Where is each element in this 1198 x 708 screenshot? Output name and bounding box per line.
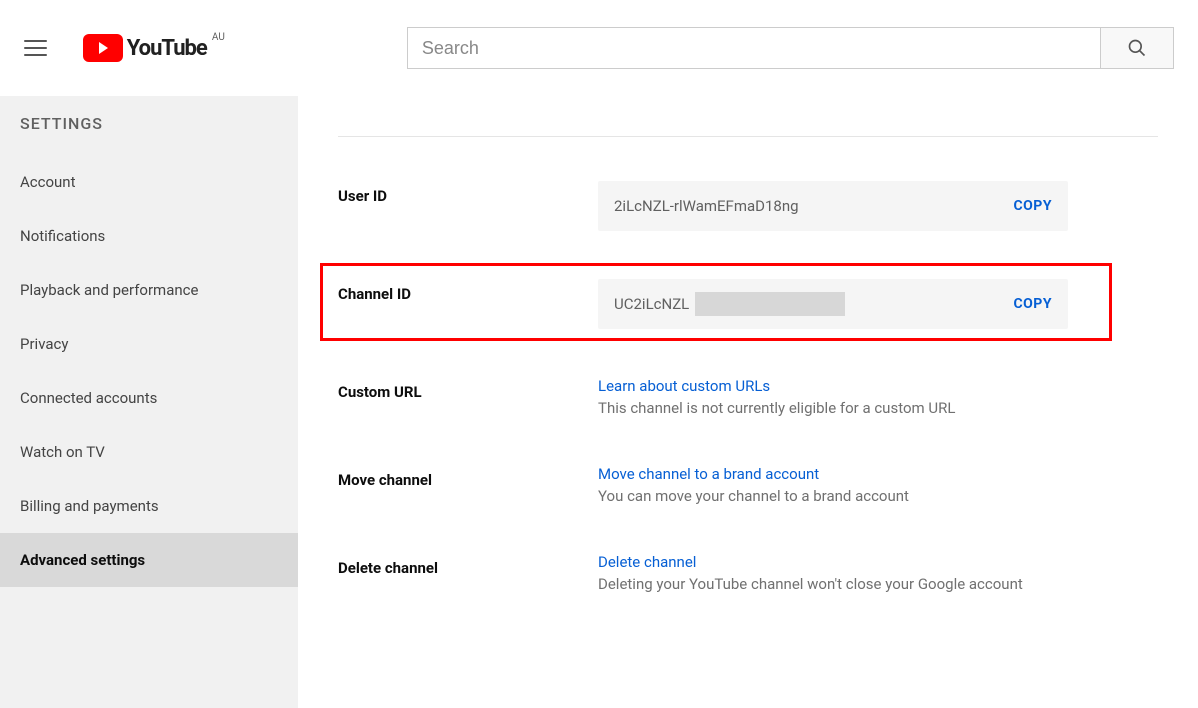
row-delete-channel: Delete channel Delete channel Deleting y… xyxy=(338,529,1198,617)
user-id-value: 2iLcNZL-rlWamEFmaD18ng xyxy=(614,197,799,215)
search-icon xyxy=(1127,38,1147,58)
main-content: User ID 2iLcNZL-rlWamEFmaD18ng COPY Chan… xyxy=(298,96,1198,708)
delete-channel-link[interactable]: Delete channel xyxy=(598,553,696,571)
move-channel-desc: You can move your channel to a brand acc… xyxy=(598,487,909,505)
user-id-box: 2iLcNZL-rlWamEFmaD18ng COPY xyxy=(598,181,1068,231)
header: YouTube AU xyxy=(0,0,1198,96)
channel-id-text: UC2iLcNZL xyxy=(614,295,689,313)
custom-url-desc: This channel is not currently eligible f… xyxy=(598,399,955,417)
user-id-label: User ID xyxy=(338,181,598,205)
menu-icon[interactable] xyxy=(24,36,47,60)
divider xyxy=(338,136,1158,137)
delete-channel-desc: Deleting your YouTube channel won't clos… xyxy=(598,575,1023,593)
channel-id-label: Channel ID xyxy=(338,279,598,303)
sidebar-item-watch-on-tv[interactable]: Watch on TV xyxy=(0,425,298,479)
logo-region: AU xyxy=(212,32,225,43)
play-icon xyxy=(83,34,123,62)
custom-url-link[interactable]: Learn about custom URLs xyxy=(598,377,770,395)
sidebar-item-connected-accounts[interactable]: Connected accounts xyxy=(0,371,298,425)
sidebar-item-billing[interactable]: Billing and payments xyxy=(0,479,298,533)
row-custom-url: Custom URL Learn about custom URLs This … xyxy=(338,353,1198,441)
search-input[interactable] xyxy=(407,27,1100,69)
redacted-block xyxy=(695,292,845,316)
custom-url-label: Custom URL xyxy=(338,377,598,401)
sidebar-item-playback[interactable]: Playback and performance xyxy=(0,263,298,317)
sidebar: SETTINGS Account Notifications Playback … xyxy=(0,96,298,708)
search-button[interactable] xyxy=(1100,27,1174,69)
sidebar-item-privacy[interactable]: Privacy xyxy=(0,317,298,371)
youtube-logo[interactable]: YouTube AU xyxy=(83,34,207,62)
copy-user-id-button[interactable]: COPY xyxy=(1013,198,1052,214)
move-channel-label: Move channel xyxy=(338,465,598,489)
channel-id-box: UC2iLcNZL COPY xyxy=(598,279,1068,329)
delete-channel-label: Delete channel xyxy=(338,553,598,577)
row-user-id: User ID 2iLcNZL-rlWamEFmaD18ng COPY xyxy=(338,157,1198,255)
search-bar xyxy=(407,27,1174,69)
channel-id-value: UC2iLcNZL xyxy=(614,292,845,316)
copy-channel-id-button[interactable]: COPY xyxy=(1013,296,1052,312)
row-move-channel: Move channel Move channel to a brand acc… xyxy=(338,441,1198,529)
sidebar-title: SETTINGS xyxy=(0,114,298,155)
sidebar-item-account[interactable]: Account xyxy=(0,155,298,209)
row-channel-id: Channel ID UC2iLcNZL COPY xyxy=(338,255,1198,353)
sidebar-item-notifications[interactable]: Notifications xyxy=(0,209,298,263)
sidebar-item-advanced-settings[interactable]: Advanced settings xyxy=(0,533,298,587)
move-channel-link[interactable]: Move channel to a brand account xyxy=(598,465,819,483)
logo-text: YouTube xyxy=(127,36,207,61)
